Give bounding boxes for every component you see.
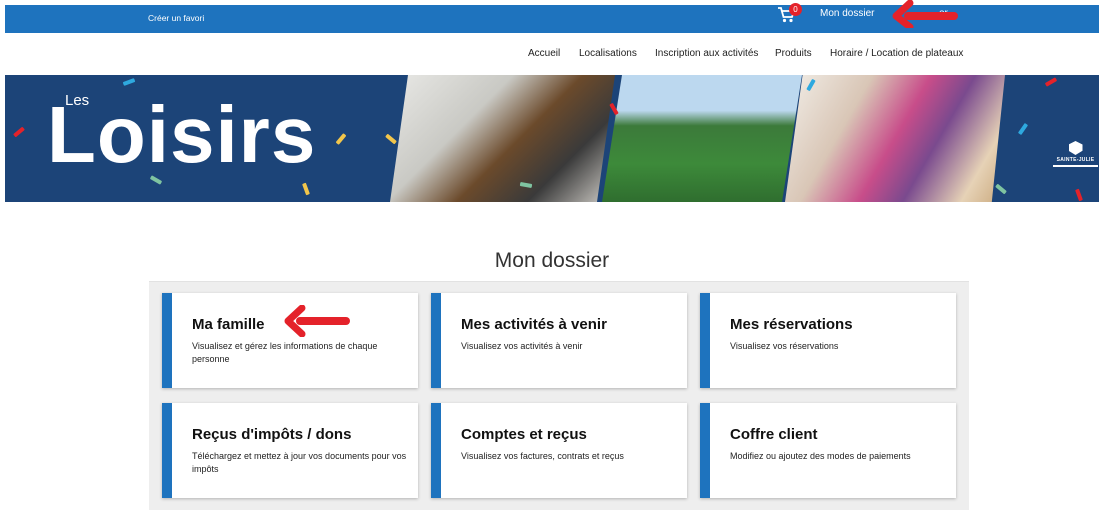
card-title: Comptes et reçus bbox=[461, 426, 587, 443]
annotation-arrow-icon bbox=[284, 305, 350, 337]
card-title: Coffre client bbox=[730, 426, 818, 443]
card-client-vault[interactable]: Coffre client Modifiez ou ajoutez des mo… bbox=[700, 403, 956, 498]
card-description: Visualisez et gérez les informations de … bbox=[192, 341, 378, 364]
card-description: Visualisez vos factures, contrats et reç… bbox=[461, 451, 624, 461]
nav-item-products[interactable]: Produits bbox=[775, 48, 812, 59]
banner-photo-guitar bbox=[390, 75, 615, 202]
confetti-decoration bbox=[1075, 188, 1083, 202]
sainte-julie-logo: SAINTE-JULIE bbox=[1053, 141, 1098, 167]
nav-item-locations[interactable]: Localisations bbox=[579, 48, 637, 59]
loisirs-banner: Loisirs Les SAINTE-JULIE bbox=[5, 75, 1099, 202]
confetti-decoration bbox=[13, 126, 25, 138]
banner-photo-reading bbox=[785, 75, 1005, 202]
card-description: Visualisez vos activités à venir bbox=[461, 341, 583, 351]
card-tax-receipts[interactable]: Reçus d'impôts / dons Téléchargez et met… bbox=[162, 403, 418, 498]
card-title: Mes réservations bbox=[730, 316, 853, 333]
banner-photo-kids bbox=[602, 75, 802, 202]
card-reservations[interactable]: Mes réservations Visualisez vos réservat… bbox=[700, 293, 956, 388]
card-description: Modifiez ou ajoutez des modes de paiemen… bbox=[730, 451, 911, 461]
brand-name: SAINTE-JULIE bbox=[1056, 157, 1095, 163]
annotation-arrow-icon bbox=[892, 0, 958, 28]
confetti-decoration bbox=[335, 133, 347, 145]
card-title: Mes activités à venir bbox=[461, 316, 607, 333]
confetti-decoration bbox=[302, 182, 310, 196]
card-description: Téléchargez et mettez à jour vos documen… bbox=[192, 451, 407, 474]
confetti-decoration bbox=[995, 183, 1007, 195]
nav-item-home[interactable]: Accueil bbox=[528, 48, 560, 59]
confetti-decoration bbox=[1017, 122, 1029, 136]
dossier-cards-grid: Ma famille Visualisez et gérez les infor… bbox=[149, 281, 969, 510]
card-description: Visualisez vos réservations bbox=[730, 341, 839, 351]
card-title: Ma famille bbox=[192, 316, 265, 333]
my-file-link[interactable]: Mon dossier bbox=[820, 8, 874, 19]
card-upcoming-activities[interactable]: Mes activités à venir Visualisez vos act… bbox=[431, 293, 687, 388]
page-title: Mon dossier bbox=[494, 249, 610, 272]
card-title: Reçus d'impôts / dons bbox=[192, 426, 352, 443]
cart-count-badge: 0 bbox=[789, 3, 802, 16]
create-favorite-link[interactable]: Créer un favori bbox=[148, 13, 204, 23]
confetti-decoration bbox=[385, 133, 397, 145]
nav-item-activities-registration[interactable]: Inscription aux activités bbox=[655, 48, 758, 59]
nav-item-schedule-rental[interactable]: Horaire / Location de plateaux bbox=[830, 48, 963, 59]
confetti-decoration bbox=[1044, 77, 1058, 87]
card-accounts-receipts[interactable]: Comptes et reçus Visualisez vos factures… bbox=[431, 403, 687, 498]
confetti-decoration bbox=[122, 78, 136, 86]
sainte-julie-shield-icon bbox=[1068, 141, 1083, 155]
banner-small-title: Les bbox=[65, 92, 90, 109]
main-navigation: Accueil Localisations Inscription aux ac… bbox=[0, 48, 1104, 62]
